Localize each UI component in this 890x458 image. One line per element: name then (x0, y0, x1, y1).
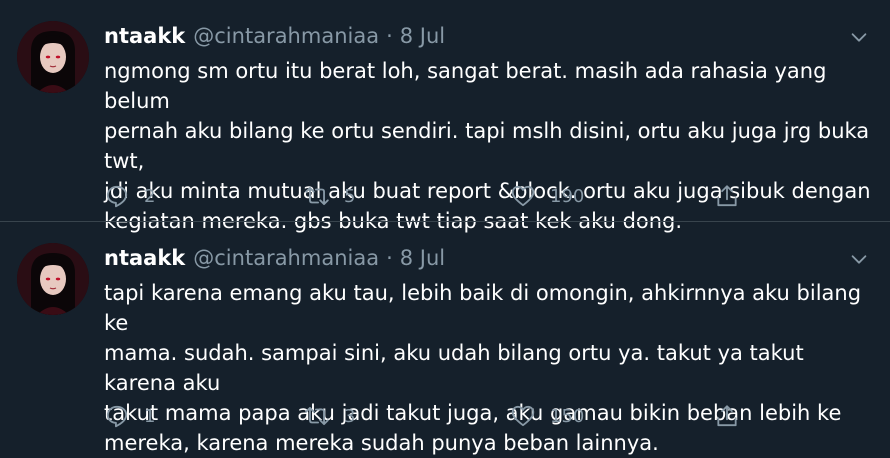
retweet-count: 3 (344, 405, 356, 427)
tweet-date[interactable]: 8 Jul (400, 24, 445, 48)
display-name[interactable]: ntaakk (104, 24, 185, 48)
reply-count: 1 (144, 405, 156, 427)
share-button[interactable] (714, 183, 740, 209)
like-count: 150 (550, 405, 585, 427)
tweet-actions: 1 3 150 (104, 403, 754, 433)
like-count: 190 (550, 185, 585, 207)
retweet-icon (305, 406, 329, 426)
heart-icon (511, 405, 535, 427)
like-button[interactable]: 150 (510, 403, 584, 429)
share-icon (717, 405, 737, 427)
tweet-header: ntaakk @cintarahmaniaa · 8 Jul (104, 246, 445, 274)
tweet-date[interactable]: 8 Jul (400, 246, 445, 270)
user-handle[interactable]: @cintarahmaniaa (193, 246, 379, 270)
tweet-text-line: ngmong sm ortu itu berat loh, sangat ber… (104, 59, 827, 113)
chevron-down-icon[interactable] (848, 26, 870, 48)
reply-button[interactable]: 1 (104, 403, 155, 429)
avatar-image (17, 21, 89, 93)
heart-icon (511, 185, 535, 207)
separator-dot: · (386, 246, 393, 270)
separator-dot: · (386, 24, 393, 48)
reply-icon (106, 405, 128, 428)
user-handle[interactable]: @cintarahmaniaa (193, 24, 379, 48)
tweet-header: ntaakk @cintarahmaniaa · 8 Jul (104, 24, 445, 52)
avatar[interactable] (17, 21, 89, 93)
tweet-text-line: mama. sudah. sampai sini, aku udah bilan… (104, 341, 804, 395)
retweet-button[interactable]: 5 (304, 183, 355, 209)
display-name[interactable]: ntaakk (104, 246, 185, 270)
retweet-icon (305, 186, 329, 206)
reply-count: 2 (144, 185, 156, 207)
share-button[interactable] (714, 403, 740, 429)
share-icon (717, 185, 737, 207)
retweet-button[interactable]: 3 (304, 403, 355, 429)
chevron-down-icon[interactable] (848, 248, 870, 270)
avatar[interactable] (17, 243, 89, 315)
reply-icon (106, 185, 128, 208)
like-button[interactable]: 190 (510, 183, 584, 209)
avatar-image (17, 243, 89, 315)
retweet-count: 5 (344, 185, 356, 207)
tweet[interactable]: ntaakk @cintarahmaniaa · 8 Jul tapi kare… (0, 222, 890, 455)
tweet[interactable]: ntaakk @cintarahmaniaa · 8 Jul ngmong sm… (0, 0, 890, 233)
reply-button[interactable]: 2 (104, 183, 155, 209)
tweet-text-line: pernah aku bilang ke ortu sendiri. tapi … (104, 119, 870, 173)
tweet-text-line: tapi karena emang aku tau, lebih baik di… (104, 281, 862, 335)
tweet-actions: 2 5 190 (104, 183, 754, 213)
